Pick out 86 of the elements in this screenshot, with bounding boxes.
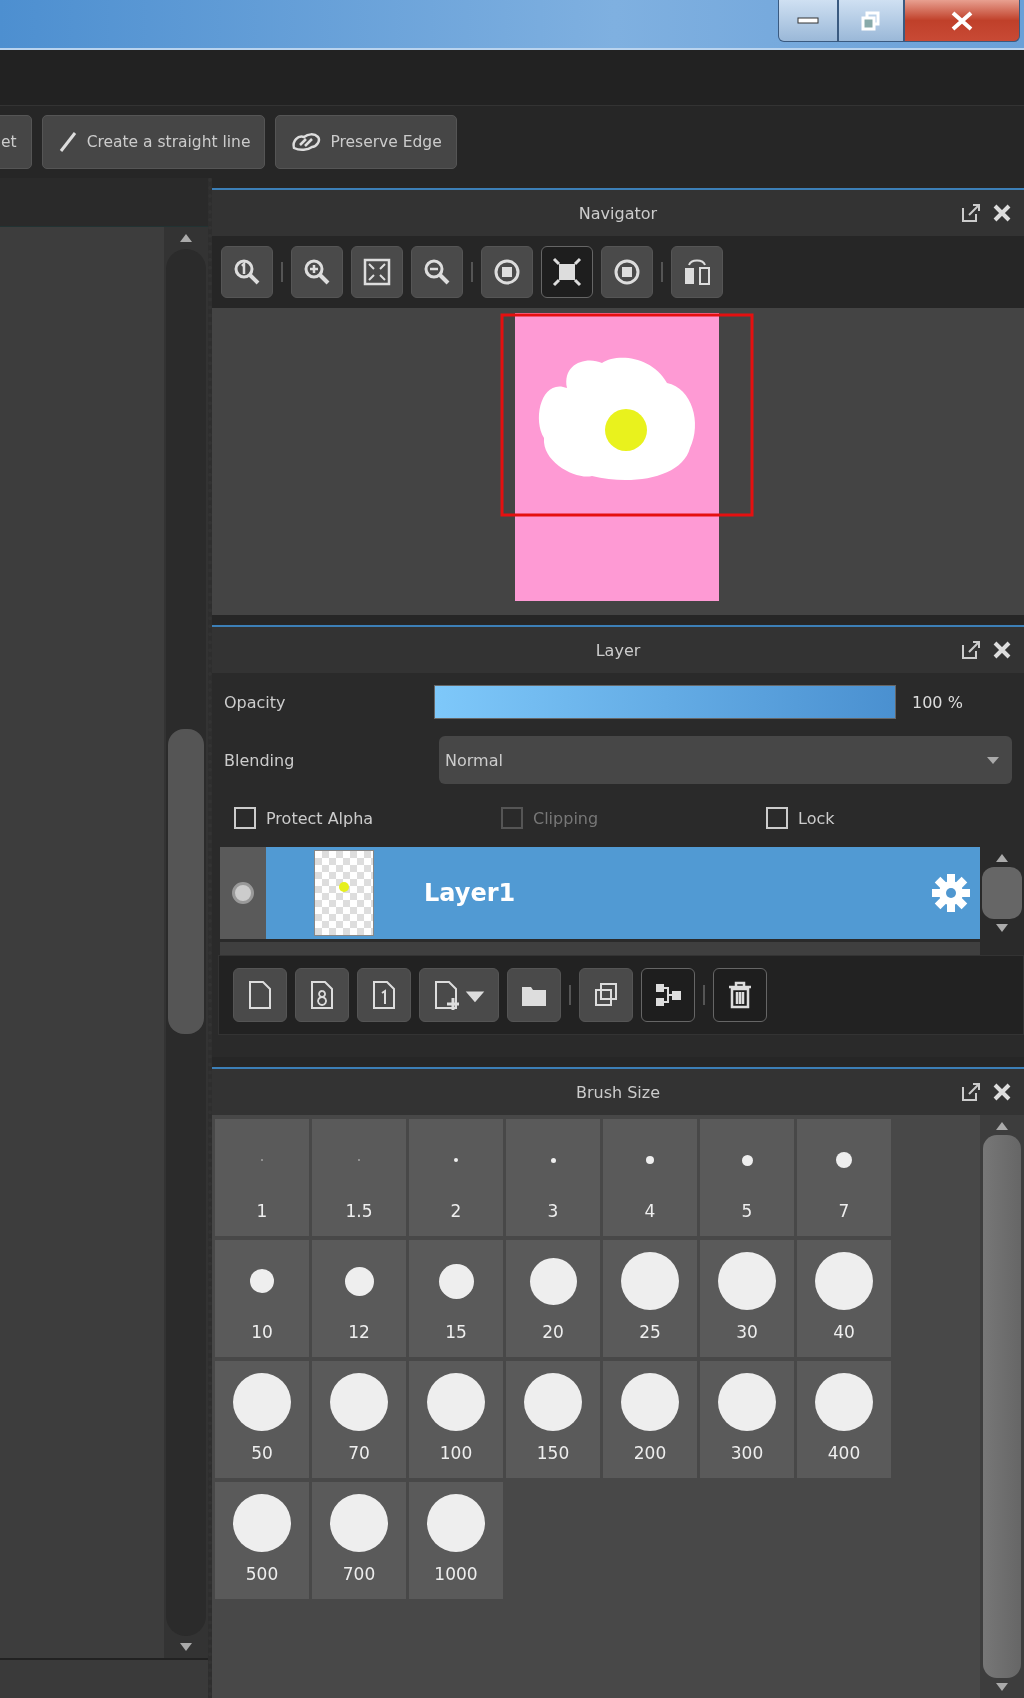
duplicate-layer-button[interactable] <box>579 968 633 1022</box>
scroll-thumb[interactable] <box>982 867 1022 919</box>
brush-size-option[interactable]: 400 <box>797 1361 891 1478</box>
undock-icon[interactable] <box>960 639 982 661</box>
brush-size-option[interactable]: 200 <box>603 1361 697 1478</box>
close-button[interactable] <box>904 0 1020 42</box>
brush-size-option[interactable]: 1 <box>215 1119 309 1236</box>
undock-icon[interactable] <box>960 1081 982 1103</box>
brush-size-option[interactable]: 3 <box>506 1119 600 1236</box>
zoom-out-button[interactable] <box>411 246 463 298</box>
flip-button[interactable] <box>671 246 723 298</box>
close-icon <box>950 10 974 31</box>
square-arrows-icon <box>551 256 583 288</box>
panel-title: Brush Size <box>575 1082 661 1102</box>
edge-icon <box>290 131 323 153</box>
scroll-up-icon[interactable] <box>179 233 193 243</box>
brush-size-option[interactable]: 1.5 <box>312 1119 406 1236</box>
close-icon[interactable] <box>992 640 1012 660</box>
brush-size-option[interactable]: 15 <box>409 1240 503 1357</box>
brush-size-option[interactable]: 50 <box>215 1361 309 1478</box>
brush-size-option[interactable]: 2 <box>409 1119 503 1236</box>
blending-dropdown[interactable]: Normal <box>439 736 1012 784</box>
brush-size-option[interactable]: 20 <box>506 1240 600 1357</box>
caret-icon <box>986 755 1000 765</box>
layer-option-checkbox[interactable]: Lock <box>766 807 835 829</box>
fit-screen-icon <box>361 256 393 288</box>
brush-size-option[interactable]: 70 <box>312 1361 406 1478</box>
zoom-in-button[interactable] <box>291 246 343 298</box>
toolbar-button[interactable]: Create a straight line <box>41 115 266 169</box>
delete-layer-button[interactable] <box>713 968 767 1022</box>
horizontal-scrollbar[interactable] <box>0 1658 208 1698</box>
opacity-label: Opacity <box>224 692 287 712</box>
brush-scrollbar[interactable] <box>980 1115 1024 1698</box>
rotate-right-button[interactable] <box>601 246 653 298</box>
opacity-value: 100 % <box>911 692 964 712</box>
scroll-down-icon[interactable] <box>995 923 1009 933</box>
close-icon[interactable] <box>992 203 1012 223</box>
brush-size-option[interactable]: 700 <box>312 1482 406 1599</box>
folder-layer-button[interactable] <box>507 968 561 1022</box>
view-frame[interactable] <box>500 313 754 517</box>
brush-size-option[interactable]: 500 <box>215 1482 309 1599</box>
brush-size-option[interactable]: 25 <box>603 1240 697 1357</box>
brush-size-option[interactable]: 40 <box>797 1240 891 1357</box>
scroll-up-icon[interactable] <box>995 1121 1009 1131</box>
vertical-scrollbar[interactable] <box>164 227 208 1658</box>
new-1bit-layer-button[interactable] <box>357 968 411 1022</box>
scroll-down-icon[interactable] <box>179 1642 193 1652</box>
brush-size-option[interactable]: 12 <box>312 1240 406 1357</box>
layer-row[interactable]: Layer1 <box>220 847 980 939</box>
brush-size-option[interactable]: 1000 <box>409 1482 503 1599</box>
layer-option-checkbox[interactable]: Protect Alpha <box>234 807 501 829</box>
restore-button[interactable] <box>838 0 904 42</box>
scroll-down-icon[interactable] <box>995 1682 1009 1692</box>
scroll-thumb[interactable] <box>168 729 204 1034</box>
fit-button[interactable] <box>351 246 403 298</box>
blending-label: Blending <box>224 750 296 770</box>
settings-icon[interactable] <box>930 872 972 914</box>
toolbar-button[interactable]: et <box>0 115 32 169</box>
rotate-left-button[interactable] <box>481 246 533 298</box>
brush-size-option[interactable]: 30 <box>700 1240 794 1357</box>
brush-size-option[interactable]: 150 <box>506 1361 600 1478</box>
minimize-button[interactable] <box>778 0 838 42</box>
close-icon[interactable] <box>992 1082 1012 1102</box>
brush-size-option[interactable]: 4 <box>603 1119 697 1236</box>
panel-title: Navigator <box>578 203 658 223</box>
brush-size-option[interactable]: 300 <box>700 1361 794 1478</box>
restore-icon <box>861 10 881 31</box>
brush-size-option[interactable]: 100 <box>409 1361 503 1478</box>
new-layer-button[interactable] <box>233 968 287 1022</box>
scroll-thumb[interactable] <box>983 1135 1021 1678</box>
brush-size-option[interactable]: 10 <box>215 1240 309 1357</box>
toolbar-button[interactable]: Preserve Edge <box>275 115 457 169</box>
visibility-icon[interactable] <box>232 882 254 904</box>
zoom-actual-button[interactable] <box>221 246 273 298</box>
layer-name: Layer1 <box>424 879 517 907</box>
scroll-up-icon[interactable] <box>995 853 1009 863</box>
panel-title: Layer <box>595 640 641 660</box>
brush-size-option[interactable]: 5 <box>700 1119 794 1236</box>
minimize-icon <box>797 16 819 25</box>
brush-size-option[interactable]: 7 <box>797 1119 891 1236</box>
reset-button[interactable] <box>541 246 593 298</box>
undock-icon[interactable] <box>960 202 982 224</box>
opacity-slider[interactable] <box>434 685 896 719</box>
new-8bit-layer-button[interactable] <box>295 968 349 1022</box>
merge-layer-button[interactable] <box>641 968 695 1022</box>
add-menu-layer-button[interactable] <box>419 968 499 1022</box>
